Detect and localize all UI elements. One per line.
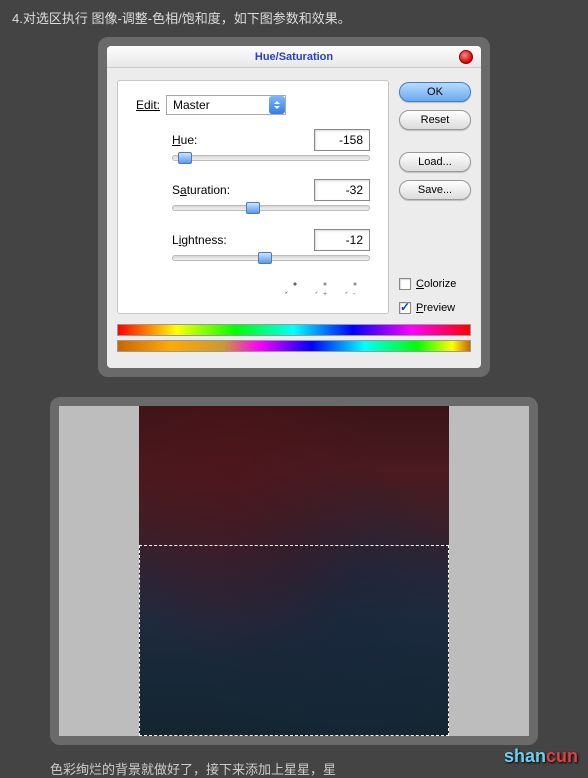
eyedropper-icon[interactable]: [280, 279, 300, 299]
reset-button[interactable]: Reset: [399, 110, 471, 130]
lightness-slider-thumb[interactable]: [258, 252, 272, 264]
close-icon[interactable]: [459, 50, 473, 64]
hue-label: Hue:: [172, 133, 197, 147]
result-canvas: [139, 406, 449, 736]
colorize-checkbox[interactable]: [399, 278, 411, 290]
selection-marquee: [139, 545, 449, 736]
saturation-label: Saturation:: [172, 183, 230, 197]
svg-text:-: -: [353, 291, 356, 297]
edit-select-value: Master: [173, 98, 210, 112]
preview-label: Preview: [416, 302, 455, 314]
chevron-updown-icon: [269, 96, 285, 114]
preview-checkbox[interactable]: [399, 302, 411, 314]
saturation-slider-thumb[interactable]: [246, 202, 260, 214]
spectrum-source: [117, 324, 471, 336]
instruction-bottom: 色彩绚烂的背景就做好了，接下来添加上星星，星: [0, 745, 588, 778]
saturation-slider[interactable]: [172, 205, 370, 211]
edit-label: Edit:: [136, 98, 160, 112]
result-frame: [50, 397, 538, 745]
watermark: shancun: [504, 746, 578, 767]
hue-saturation-dialog: Hue/Saturation Edit: Master Hue: -158: [107, 46, 481, 368]
instruction-top: 4.对选区执行 图像-调整-色相/饱和度，如下图参数和效果。: [0, 0, 588, 35]
dialog-frame: Hue/Saturation Edit: Master Hue: -158: [98, 37, 490, 377]
load-button[interactable]: Load...: [399, 152, 471, 172]
result-canvas-bg: [59, 406, 529, 736]
hue-input[interactable]: -158: [314, 129, 370, 151]
lightness-label: Lightness:: [172, 233, 227, 247]
lightness-input[interactable]: -12: [314, 229, 370, 251]
eyedropper-minus-icon[interactable]: -: [340, 279, 360, 299]
spectrum-result: [117, 340, 471, 352]
dialog-title: Hue/Saturation: [255, 51, 333, 63]
ok-button[interactable]: OK: [399, 82, 471, 102]
controls-panel: Edit: Master Hue: -158 Saturation: -32: [117, 80, 389, 314]
eyedropper-plus-icon[interactable]: +: [310, 279, 330, 299]
buttons-panel: OK Reset Load... Save... Colorize Previe…: [399, 80, 471, 314]
svg-text:+: +: [323, 291, 327, 297]
hue-slider-thumb[interactable]: [178, 152, 192, 164]
hue-slider[interactable]: [172, 155, 370, 161]
lightness-slider[interactable]: [172, 255, 370, 261]
saturation-input[interactable]: -32: [314, 179, 370, 201]
spectrum-bars: [107, 324, 481, 368]
save-button[interactable]: Save...: [399, 180, 471, 200]
titlebar: Hue/Saturation: [107, 46, 481, 68]
colorize-label: Colorize: [416, 278, 456, 290]
edit-select[interactable]: Master: [166, 95, 286, 115]
